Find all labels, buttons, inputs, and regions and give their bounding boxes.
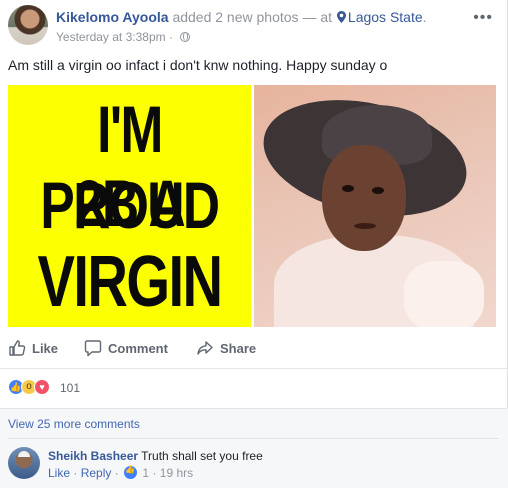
- location-link[interactable]: Lagos State: [348, 9, 423, 25]
- comment-like-link[interactable]: Like: [48, 466, 70, 480]
- share-arrow-icon: [197, 341, 213, 355]
- like-reaction-icon: [124, 465, 138, 479]
- like-label: Like: [32, 341, 59, 356]
- post-header: Kikelomo Ayoola added 2 new photos — at …: [8, 5, 499, 47]
- share-label: Share: [220, 341, 257, 356]
- reaction-count: 101: [60, 381, 81, 395]
- divider: [8, 438, 499, 439]
- portrait-face: [322, 145, 406, 251]
- feed-post: Kikelomo Ayoola added 2 new photos — at …: [0, 0, 508, 488]
- post-subline: Yesterday at 3:38pm ·: [56, 30, 191, 44]
- meta-dot: ·: [73, 466, 78, 480]
- photo-text-line: VIRGIN: [37, 242, 223, 322]
- thumbs-up-icon: [9, 340, 26, 356]
- comment-text: Truth shall set you free: [141, 449, 263, 463]
- comment-button[interactable]: Comment: [84, 339, 168, 357]
- portrait-sleeve: [404, 261, 484, 327]
- portrait-mouth: [354, 223, 376, 229]
- post-actions-bar: Like Comment Share: [0, 334, 508, 364]
- more-options-icon[interactable]: •••: [473, 9, 493, 27]
- view-more-comments-link[interactable]: View 25 more comments: [8, 417, 140, 431]
- comment-time[interactable]: 19 hrs: [160, 466, 193, 480]
- comment-like-count[interactable]: 1: [142, 466, 149, 480]
- post-message: Am still a virgin oo infact i don't knw …: [8, 57, 388, 73]
- comment-meta: Like · Reply · 1 · 19 hrs: [48, 465, 193, 480]
- share-button[interactable]: Share: [196, 339, 256, 357]
- comment-body: Sheikh Basheer Truth shall set you free: [48, 449, 263, 463]
- location-suffix: .: [422, 9, 427, 25]
- commenter-avatar[interactable]: [8, 447, 40, 479]
- post-action-text: added 2 new photos: [172, 9, 299, 25]
- post-headline: Kikelomo Ayoola added 2 new photos — at …: [56, 9, 427, 25]
- portrait-eye: [342, 185, 354, 192]
- photo-text-line: 2B A: [74, 166, 186, 240]
- meta-separator: ·: [168, 30, 173, 44]
- post-timestamp[interactable]: Yesterday at 3:38pm: [56, 30, 166, 44]
- at-text: — at: [302, 9, 333, 25]
- comment-reply-link[interactable]: Reply: [81, 466, 112, 480]
- author-avatar[interactable]: [8, 5, 48, 45]
- comment-label: Comment: [108, 341, 168, 356]
- divider: [0, 368, 507, 369]
- commenter-name[interactable]: Sheikh Basheer: [48, 449, 138, 463]
- comment-bubble-icon: [84, 340, 102, 357]
- love-reaction-icon: ♥: [34, 379, 50, 395]
- like-button[interactable]: Like: [8, 339, 58, 357]
- photo-portrait[interactable]: [254, 85, 496, 327]
- location-pin-icon: [336, 11, 346, 23]
- globe-icon[interactable]: [180, 32, 191, 42]
- divider: [0, 408, 507, 409]
- author-name[interactable]: Kikelomo Ayoola: [56, 9, 169, 25]
- meta-dot: ·: [114, 466, 119, 480]
- portrait-eye: [372, 187, 384, 194]
- photo-proud-virgin[interactable]: I'M PROUD 2B A VIRGIN: [8, 85, 251, 327]
- meta-dot: ·: [152, 466, 157, 480]
